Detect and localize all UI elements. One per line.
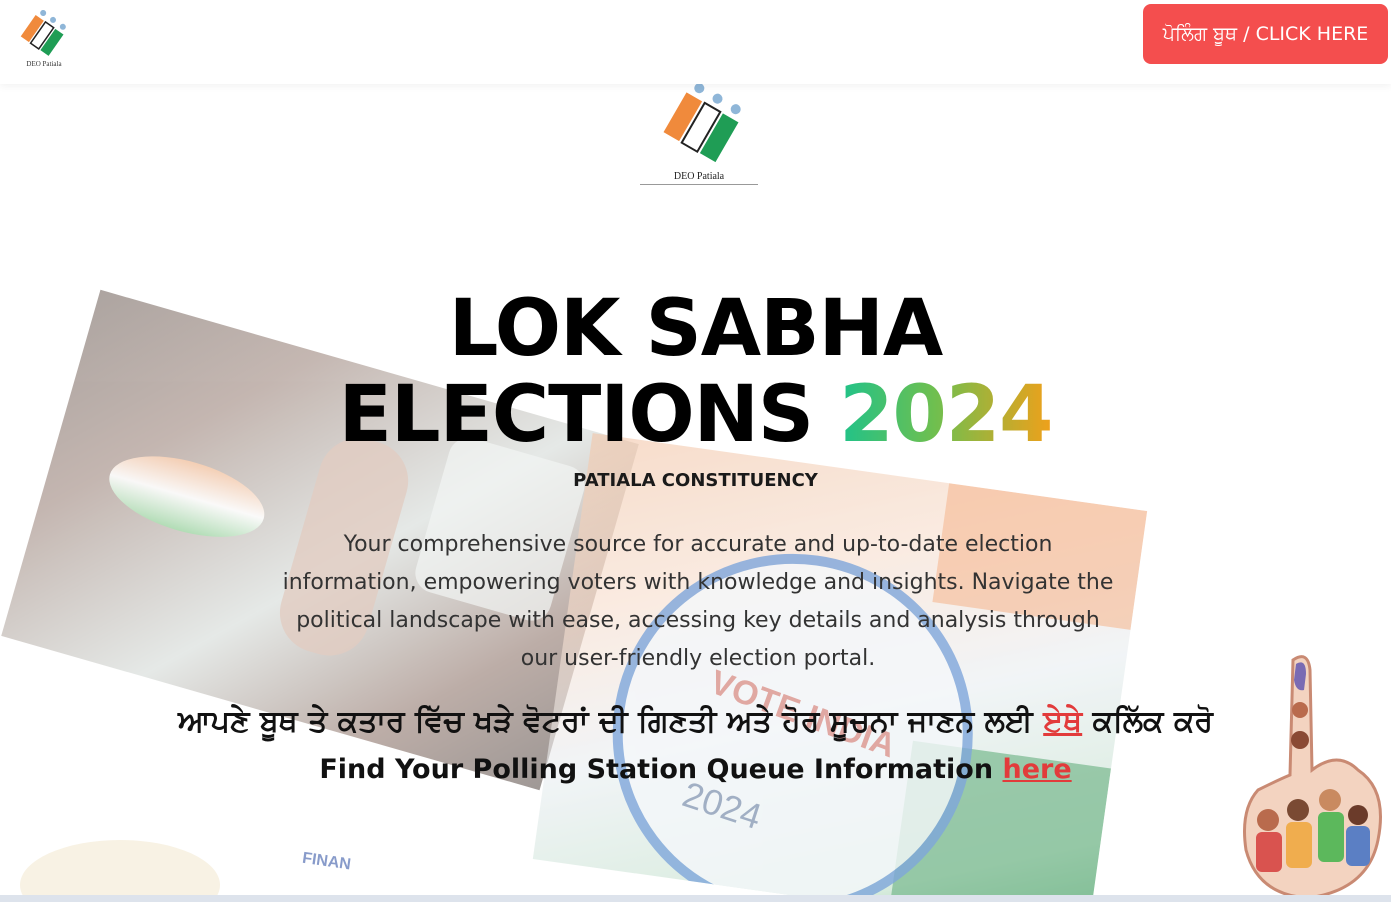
top-navbar: DEO Patiala ਪੋਲਿੰਗ ਬੂਥ / CLICK HERE [0,0,1391,84]
hero-title-year: 2024 [839,370,1053,460]
constituency-label: PATIALA CONSTITUENCY [573,470,818,491]
punjabi-queue-info: ਆਪਣੇ ਬੂਥ ਤੇ ਕਤਾਰ ਵਿੱਚ ਖੜੇ ਵੋਟਰਾਂ ਦੀ ਗਿਣਤ… [0,704,1391,739]
page: VOTE INDIA 2024 FINAN DEO Patiala ਪੋਲਿੰਗ… [0,0,1391,902]
punjabi-suffix: ਕਲਿੱਕ ਕਰੋ [1092,704,1214,739]
punjabi-here-link[interactable]: ਏਥੇ [1043,704,1082,739]
english-here-link[interactable]: here [1002,754,1071,785]
map-illustration [20,840,220,902]
page-bottom-edge [0,895,1391,902]
punjabi-prefix: ਆਪਣੇ ਬੂਥ ਤੇ ਕਤਾਰ ਵਿੱਚ ਖੜੇ ਵੋਟਰਾਂ ਦੀ ਗਿਣਤ… [177,704,1033,739]
hero-title: LOK SABHA ELECTIONS 2024 [0,286,1391,458]
hero-title-line2: ELECTIONS [338,370,815,460]
english-queue-info: Find Your Polling Station Queue Informat… [0,754,1391,785]
nav-logo-caption: DEO Patiala [26,60,62,68]
hero-description: Your comprehensive source for accurate a… [282,532,1114,671]
english-prefix: Find Your Polling Station Queue Informat… [319,754,994,785]
hero-title-line1: LOK SABHA [448,284,943,374]
center-logo-caption: DEO Patiala [640,171,758,185]
polling-booth-button[interactable]: ਪੋਲਿੰਗ ਬੂਥ / CLICK HERE [1143,4,1388,64]
